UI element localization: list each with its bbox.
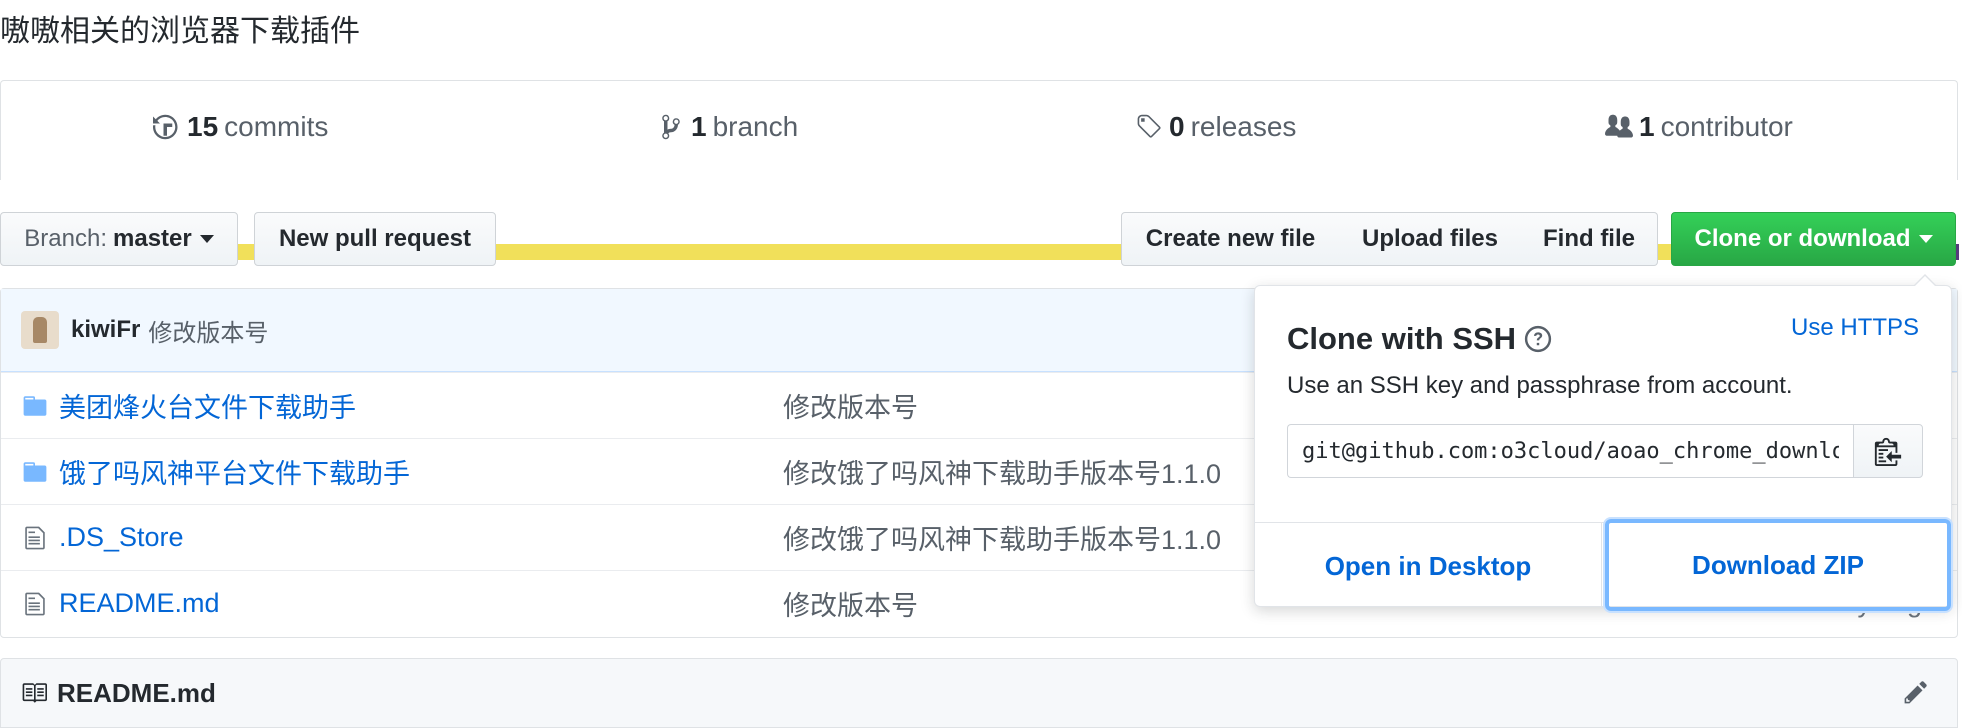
create-new-file-button[interactable]: Create new file <box>1121 212 1340 266</box>
contributors-label: contributor <box>1660 111 1793 142</box>
find-file-button[interactable]: Find file <box>1521 212 1658 266</box>
folder-icon <box>23 396 47 416</box>
branches-count: 1 <box>691 111 707 142</box>
repo-summary: 15 commits 1 branch 0 releases 1 contrib… <box>0 80 1959 260</box>
open-in-desktop-button[interactable]: Open in Desktop <box>1255 523 1602 609</box>
releases-count: 0 <box>1169 111 1185 142</box>
releases-link[interactable]: 0 releases <box>1135 111 1296 143</box>
branch-icon <box>662 114 680 140</box>
clone-description: Use an SSH key and passphrase from accou… <box>1287 372 1793 399</box>
commit-message[interactable]: 修改版本号 <box>148 313 268 348</box>
branch-select-button[interactable]: Branch: master <box>0 212 238 266</box>
file-commit-message[interactable]: 修改饿了吗风神下载助手版本号1.1.0 <box>783 452 1221 491</box>
file-commit-message[interactable]: 修改版本号 <box>783 386 918 425</box>
contributors-count: 1 <box>1639 111 1655 142</box>
download-zip-button[interactable]: Download ZIP <box>1605 519 1951 611</box>
clone-dropdown-footer: Open in Desktop Download ZIP <box>1255 519 1951 611</box>
releases-label: releases <box>1190 111 1297 142</box>
file-name-link[interactable]: 美团烽火台文件下载助手 <box>59 386 356 425</box>
file-name-link[interactable]: 饿了吗风神平台文件下载助手 <box>59 452 410 491</box>
new-pull-request-button[interactable]: New pull request <box>254 212 496 266</box>
clone-or-download-label: Clone or download <box>1694 225 1911 252</box>
avatar[interactable] <box>21 311 59 349</box>
file-name-link[interactable]: .DS_Store <box>59 522 184 553</box>
commits-count: 15 <box>187 111 219 142</box>
question-icon[interactable] <box>1524 325 1552 353</box>
upload-files-button[interactable]: Upload files <box>1339 212 1522 266</box>
commits-label: commits <box>224 111 329 142</box>
clone-dropdown: Clone with SSH Use HTTPS Use an SSH key … <box>1254 274 1952 611</box>
caret-down-icon <box>199 235 214 243</box>
folder-icon <box>23 462 47 482</box>
history-icon <box>153 114 178 140</box>
file-commit-message[interactable]: 修改饿了吗风神下载助手版本号1.1.0 <box>783 518 1221 557</box>
use-https-link[interactable]: Use HTTPS <box>1791 314 1919 342</box>
commits-link[interactable]: 15 commits <box>153 111 328 143</box>
caret-down-icon <box>1918 235 1933 243</box>
branch-prefix: Branch: <box>24 225 107 252</box>
file-commit-message[interactable]: 修改版本号 <box>783 584 918 623</box>
repo-description: 嗷嗷相关的浏览器下载插件 <box>0 15 360 48</box>
book-icon <box>22 683 47 703</box>
tag-icon <box>1137 114 1161 138</box>
people-icon <box>1605 114 1633 138</box>
branches-label: branch <box>712 111 799 142</box>
readme-header: README.md <box>0 658 1958 728</box>
clone-or-download-button[interactable]: Clone or download <box>1671 212 1956 266</box>
file-name-link[interactable]: README.md <box>59 588 220 619</box>
branch-name: master <box>113 225 192 252</box>
clone-title-text: Clone with SSH <box>1287 321 1517 356</box>
commit-author[interactable]: kiwiFr <box>71 316 140 344</box>
file-icon <box>25 526 45 550</box>
pencil-icon[interactable] <box>1901 679 1931 705</box>
branches-link[interactable]: 1 branch <box>657 111 798 143</box>
readme-title: README.md <box>57 677 216 708</box>
clone-title: Clone with SSH <box>1287 321 1552 357</box>
contributors-link[interactable]: 1 contributor <box>1605 111 1793 143</box>
copy-button[interactable] <box>1853 424 1923 478</box>
file-icon <box>25 592 45 616</box>
clone-url-input[interactable] <box>1287 424 1853 478</box>
clippy-icon <box>1874 437 1902 466</box>
